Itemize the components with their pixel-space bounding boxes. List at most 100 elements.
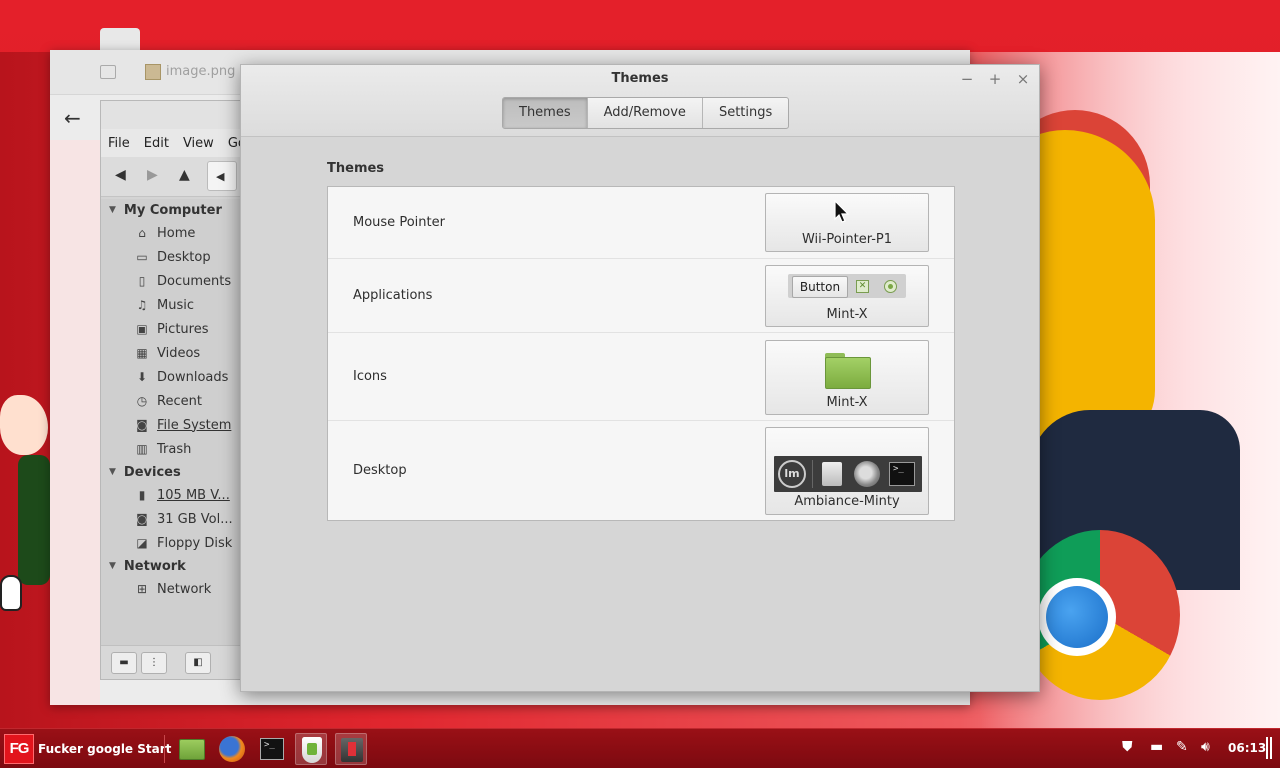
file-manager-window[interactable]: File Edit View Go ◀ ▶ ▲ ◀ ▼ My Computer ⌂… <box>100 100 250 680</box>
hide-sidebar-button[interactable]: ◧ <box>185 652 211 674</box>
show-desktop-button[interactable] <box>1266 737 1272 759</box>
theme-row-applications: Applications Button ✕ Mint-X <box>328 259 954 333</box>
sidebar-item-trash[interactable]: ▥ Trash <box>101 437 249 461</box>
sidebar-item-file-system[interactable]: ◙ File System <box>101 413 249 437</box>
music-icon: ♫ <box>136 298 148 312</box>
view-switcher: Themes Add/Remove Settings <box>502 97 790 129</box>
folder-icon <box>825 353 871 389</box>
maximize-button[interactable]: + <box>985 69 1005 89</box>
sidebar-item-desktop[interactable]: ▭ Desktop <box>101 245 249 269</box>
videos-icon: ▦ <box>136 346 148 360</box>
sidebar-item-recent[interactable]: ◷ Recent <box>101 389 249 413</box>
menu-file[interactable]: File <box>108 136 130 151</box>
update-manager-icon[interactable] <box>295 733 327 765</box>
back-arrow-icon[interactable]: ← <box>64 106 81 130</box>
sidebar-item-floppy-disk[interactable]: ◪ Floppy Disk <box>101 531 249 555</box>
wallpaper-shape <box>0 575 22 611</box>
theme-row-icons: Icons Mint-X <box>328 333 954 421</box>
theme-row-mouse-pointer: Mouse Pointer Wii-Pointer-P1 <box>328 187 954 259</box>
places-sidebar: ▼ My Computer ⌂ Home ▭ Desktop ▯ Documents ♫… <box>101 199 249 649</box>
themes-window[interactable]: Themes − + × Themes Add/Remove Settings … <box>240 64 1040 692</box>
minimize-button[interactable]: − <box>957 69 977 89</box>
desktop-icon: ▭ <box>136 250 148 264</box>
wallpaper-shape <box>18 455 50 585</box>
sidebar-item-usb-volume[interactable]: ▮ 105 MB V... <box>101 483 249 507</box>
theme-row-label: Icons <box>353 369 387 384</box>
forward-icon[interactable]: ▶ <box>147 167 158 183</box>
mouse-cursor-icon <box>834 200 850 223</box>
themes-titlebar[interactable]: Themes − + × Themes Add/Remove Settings <box>241 65 1039 137</box>
sidebar-item-videos[interactable]: ▦ Videos <box>101 341 249 365</box>
sidebar-item-pictures[interactable]: ▣ Pictures <box>101 317 249 341</box>
location-toggle-button[interactable]: ◀ <box>207 161 237 191</box>
sidebar-item-31gb-volume[interactable]: ◙ 31 GB Vol... <box>101 507 249 531</box>
sidebar-item-network[interactable]: ⊞ Network <box>101 577 249 601</box>
menu-edit[interactable]: Edit <box>144 136 169 151</box>
menu-view[interactable]: View <box>183 136 214 151</box>
start-menu-label: Fucker google Start <box>38 742 172 756</box>
drive-icon: ◙ <box>136 418 148 432</box>
theme-button-name: Wii-Pointer-P1 <box>801 232 893 247</box>
tab-add-remove[interactable]: Add/Remove <box>588 98 703 128</box>
tab-themes[interactable]: Themes <box>503 98 588 128</box>
sidebar-section-my-computer[interactable]: ▼ My Computer <box>101 199 249 221</box>
wallpaper-shape <box>1046 586 1108 648</box>
section-title: Themes <box>327 161 385 176</box>
image-viewer-canvas <box>50 140 100 705</box>
trash-icon: ▥ <box>136 442 148 456</box>
downloads-icon: ⬇ <box>136 370 148 384</box>
theme-button-name: Ambiance-Minty <box>794 494 900 509</box>
taskbar-separator <box>164 735 165 763</box>
volume-icon[interactable]: 🔊︎ <box>1201 739 1210 755</box>
applications-theme-button[interactable]: Button ✕ Mint-X <box>765 265 929 327</box>
close-button[interactable]: × <box>1013 69 1033 89</box>
sidebar-section-network[interactable]: ▼ Network <box>101 555 249 577</box>
file-manager-menubar: File Edit View Go <box>101 129 249 157</box>
pen-icon[interactable]: ✎ <box>1176 739 1188 755</box>
documents-icon: ▯ <box>138 274 146 288</box>
show-treeview-button[interactable]: ⋮ <box>141 652 167 674</box>
file-manager-icon[interactable] <box>176 733 208 765</box>
panel-theme-preview: lm >_ <box>774 456 922 492</box>
back-icon[interactable]: ◀ <box>115 167 126 183</box>
sidebar-item-downloads[interactable]: ⬇ Downloads <box>101 365 249 389</box>
home-icon: ⌂ <box>138 226 146 240</box>
show-places-button[interactable]: ▬ <box>111 652 137 674</box>
icons-theme-button[interactable]: Mint-X <box>765 340 929 415</box>
firefox-icon <box>854 461 880 487</box>
shield-icon[interactable]: ⛊ <box>1122 739 1133 755</box>
firefox-icon[interactable] <box>216 733 248 765</box>
clock[interactable]: 06:13 <box>1228 741 1266 755</box>
theme-row-label: Mouse Pointer <box>353 215 445 230</box>
keyboard-icon[interactable]: ▬ <box>1150 739 1163 755</box>
desktop-theme-button[interactable]: lm >_ Ambiance-Minty <box>765 427 929 515</box>
sidebar-item-home[interactable]: ⌂ Home <box>101 221 249 245</box>
start-logo-icon: FG <box>4 734 34 764</box>
floppy-icon: ◪ <box>136 536 148 550</box>
wallpaper-shape <box>100 28 140 52</box>
usb-icon: ▮ <box>138 488 146 502</box>
terminal-icon[interactable]: >_ <box>256 733 288 765</box>
mintmenu-icon[interactable] <box>335 733 367 765</box>
file-cabinet-icon <box>822 462 842 486</box>
up-icon[interactable]: ▲ <box>179 167 190 183</box>
pictures-icon: ▣ <box>136 322 148 336</box>
expander-icon: ▼ <box>109 205 116 215</box>
theme-row-label: Desktop <box>353 463 407 478</box>
recent-icon: ◷ <box>136 394 148 408</box>
expander-icon: ▼ <box>109 467 116 477</box>
image-viewer-tab-title[interactable]: image.png ( <box>166 64 245 79</box>
sidebar-section-devices[interactable]: ▼ Devices <box>101 461 249 483</box>
tab-settings[interactable]: Settings <box>703 98 788 128</box>
image-file-icon <box>145 64 161 80</box>
sidebar-item-music[interactable]: ♫ Music <box>101 293 249 317</box>
window-title: Themes <box>611 71 669 86</box>
sidebar-item-documents[interactable]: ▯ Documents <box>101 269 249 293</box>
preview-sample-button: Button <box>792 276 848 298</box>
start-menu-button[interactable]: FG Fucker google Start <box>4 733 171 765</box>
theme-button-name: Mint-X <box>826 307 868 322</box>
file-manager-titlebar[interactable] <box>101 101 249 129</box>
gtk-theme-preview: Button ✕ <box>788 274 906 298</box>
theme-row-desktop: Desktop lm >_ Ambiance-Minty <box>328 421 954 521</box>
terminal-icon: >_ <box>889 462 915 486</box>
